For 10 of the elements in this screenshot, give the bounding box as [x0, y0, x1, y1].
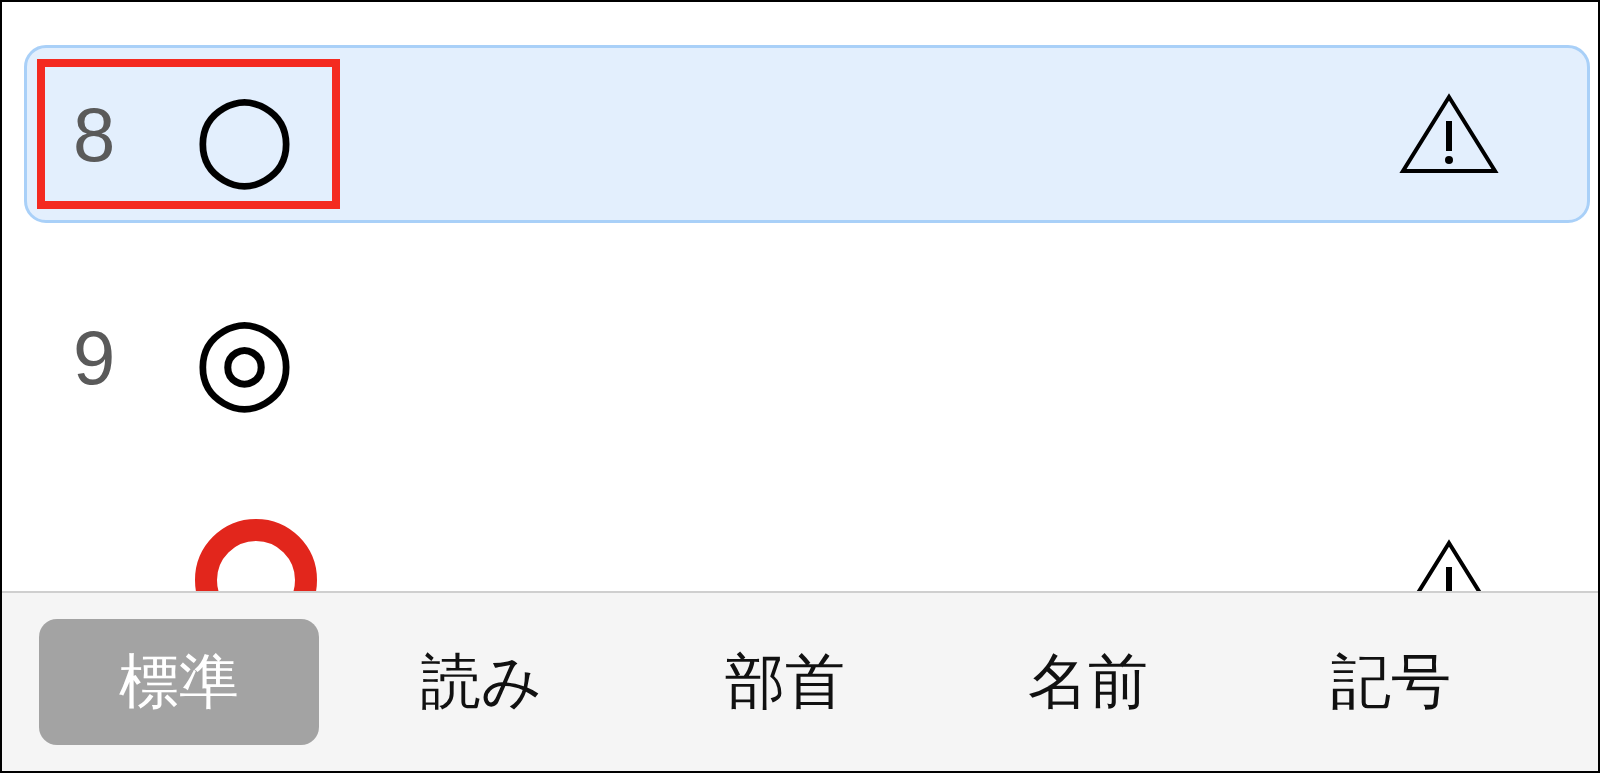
category-tab[interactable]: 名前 — [947, 619, 1228, 745]
candidate-symbol[interactable]: ◎ — [193, 298, 296, 416]
candidate-symbol[interactable]: ○ — [193, 75, 296, 193]
category-tab[interactable]: 記号 — [1250, 619, 1531, 745]
candidate-row[interactable]: 9 ◎ — [24, 268, 1590, 446]
candidate-row[interactable]: 8 ○ — [24, 45, 1590, 223]
category-tab[interactable]: 部首 — [644, 619, 925, 745]
candidate-number: 9 — [73, 313, 117, 401]
category-tab[interactable]: 読み — [341, 619, 622, 745]
candidate-number: 8 — [73, 90, 117, 178]
